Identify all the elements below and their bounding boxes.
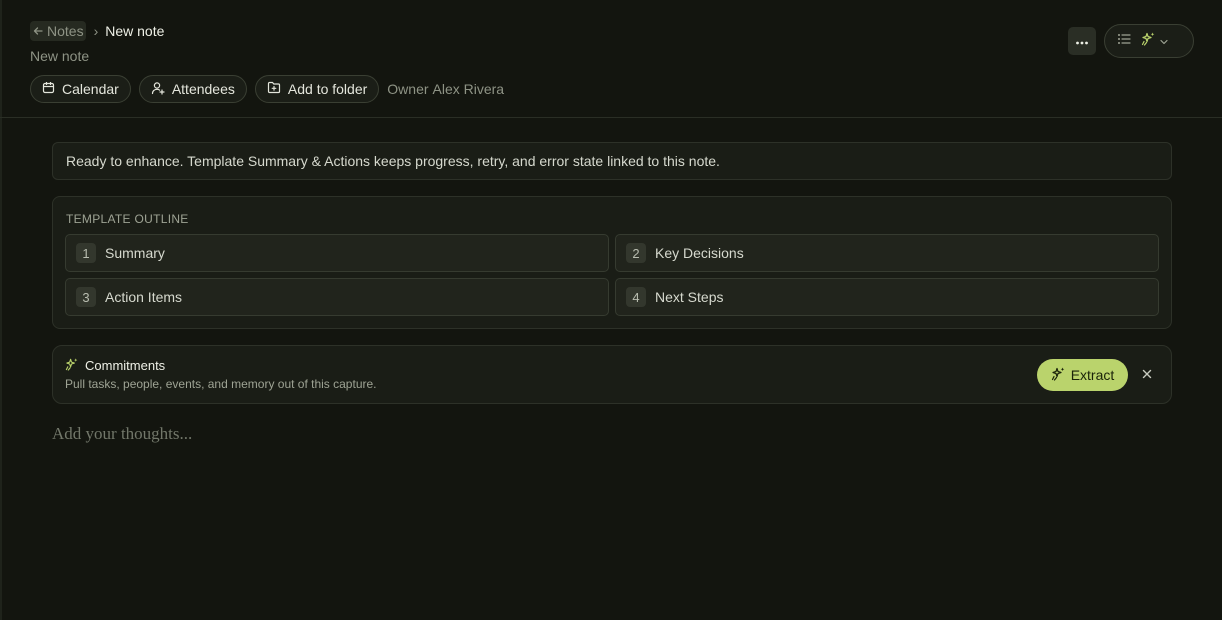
- outline-item-number: 1: [76, 243, 96, 263]
- template-outline-grid: 1 Summary 2 Key Decisions 3 Action Items…: [65, 234, 1159, 316]
- note-title[interactable]: New note: [30, 48, 89, 64]
- owner-label: Owner: [387, 81, 429, 97]
- enhance-status-text: Ready to enhance. Template Summary & Act…: [66, 153, 720, 169]
- note-meta-chips: Calendar Attendees Add to folder Owner A…: [30, 75, 504, 103]
- owner-name: Alex Rivera: [432, 81, 505, 97]
- editor-placeholder[interactable]: Add your thoughts...: [52, 424, 192, 444]
- note-header: Notes › New note New note Calendar Atten…: [0, 0, 1222, 118]
- ellipsis-icon: [1075, 32, 1089, 50]
- outline-item-key-decisions[interactable]: 2 Key Decisions: [615, 234, 1159, 272]
- add-to-folder-label: Add to folder: [287, 81, 368, 97]
- outline-item-label: Summary: [105, 245, 165, 261]
- chevron-down-icon: [1160, 32, 1168, 50]
- owner-info: Owner Alex Rivera: [387, 81, 504, 97]
- outline-item-label: Next Steps: [655, 289, 724, 305]
- commitments-title: Commitments: [85, 358, 166, 373]
- attendees-chip[interactable]: Attendees: [138, 75, 247, 103]
- outline-item-label: Key Decisions: [655, 245, 744, 261]
- list-view-button[interactable]: [1117, 32, 1131, 50]
- outline-item-label: Action Items: [105, 289, 183, 305]
- folder-plus-icon: [267, 81, 281, 97]
- sparkles-icon: [1051, 366, 1066, 384]
- arrow-left-icon: [32, 25, 44, 37]
- breadcrumb: Notes › New note: [30, 20, 164, 42]
- outline-item-number: 4: [626, 287, 646, 307]
- outline-item-number: 2: [626, 243, 646, 263]
- commitments-title-row: Commitments: [65, 357, 165, 374]
- calendar-icon: [42, 81, 55, 97]
- add-to-folder-chip[interactable]: Add to folder: [254, 75, 380, 103]
- breadcrumb-current: New note: [105, 23, 165, 39]
- extract-button[interactable]: Extract: [1037, 359, 1128, 391]
- back-link-label: Notes: [47, 23, 84, 39]
- template-outline-panel: TEMPLATE OUTLINE 1 Summary 2 Key Decisio…: [52, 196, 1172, 329]
- more-options-button[interactable]: [1068, 27, 1096, 55]
- calendar-chip-label: Calendar: [62, 81, 119, 97]
- extract-button-label: Extract: [1070, 367, 1115, 383]
- list-icon: [1117, 32, 1131, 50]
- outline-item-number: 3: [76, 287, 96, 307]
- back-to-notes-link[interactable]: Notes: [30, 21, 86, 41]
- calendar-chip[interactable]: Calendar: [30, 75, 131, 103]
- attendees-chip-label: Attendees: [171, 81, 235, 97]
- enhance-view-button[interactable]: [1141, 31, 1168, 51]
- enhance-status-banner: Ready to enhance. Template Summary & Act…: [52, 142, 1172, 180]
- commitments-panel: Commitments Pull tasks, people, events, …: [52, 345, 1172, 404]
- commitments-subtitle: Pull tasks, people, events, and memory o…: [65, 377, 377, 391]
- sparkles-icon: [1141, 31, 1156, 51]
- outline-item-summary[interactable]: 1 Summary: [65, 234, 609, 272]
- sparkles-icon: [65, 357, 79, 374]
- close-icon: [1142, 366, 1152, 384]
- outline-item-next-steps[interactable]: 4 Next Steps: [615, 278, 1159, 316]
- breadcrumb-separator: ›: [93, 23, 99, 39]
- outline-item-action-items[interactable]: 3 Action Items: [65, 278, 609, 316]
- view-toggle: [1104, 24, 1194, 58]
- template-outline-heading: TEMPLATE OUTLINE: [66, 212, 189, 226]
- user-plus-icon: [151, 81, 165, 98]
- dismiss-commitments-button[interactable]: [1138, 366, 1156, 384]
